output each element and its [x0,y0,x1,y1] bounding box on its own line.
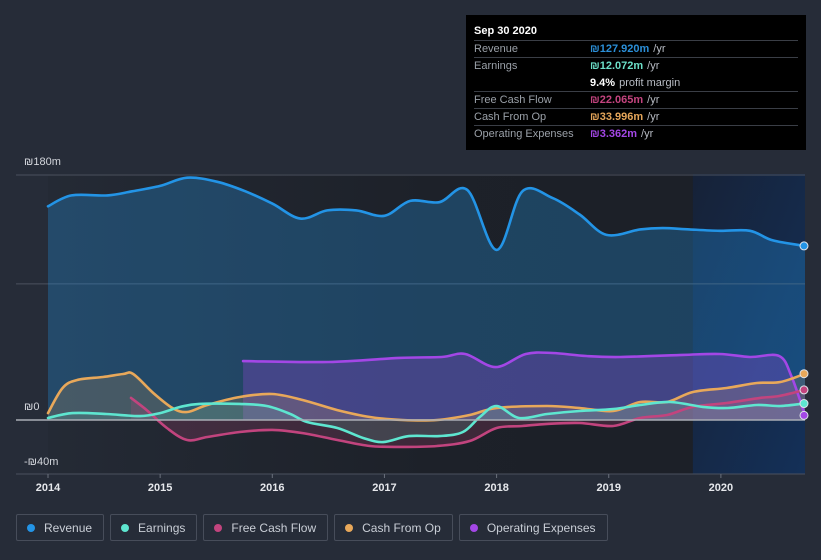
x-axis-label: 2016 [260,482,285,494]
x-axis-label: 2019 [596,482,621,494]
legend-label: Operating Expenses [486,520,596,535]
legend-label: Free Cash Flow [231,520,317,535]
tooltip-value: ₪127.920m [590,43,650,55]
tooltip-row-earnings: Earnings ₪12.072m /yr [474,57,798,74]
tooltip-value: ₪33.996m [590,111,644,123]
legend-label: Earnings [138,520,186,535]
legend-label: Cash From Op [362,520,441,535]
tooltip-label [474,75,590,91]
legend-dot-icon [121,523,130,532]
tooltip-row-profit-margin: 9.4% profit margin [474,74,798,91]
y-axis-label-zero: ₪0 [24,401,40,413]
y-axis-label-bottom: -₪40m [24,456,59,468]
legend-toggle-revenue[interactable]: Revenue [16,514,105,541]
tooltip-label: Free Cash Flow [474,94,552,106]
tooltip-row-cash-from-op: Cash From Op ₪33.996m /yr [474,108,798,125]
tooltip-value: ₪3.362m [590,128,638,140]
fcf-end-point [799,385,809,395]
tooltip-unit: /yr [647,111,660,123]
tooltip-value: ₪12.072m [590,60,644,72]
tooltip-value: ₪22.065m [590,94,644,106]
x-axis-label: 2015 [147,482,173,494]
tooltip-row-free-cash-flow: Free Cash Flow ₪22.065m /yr [474,91,798,108]
legend-toggle-cash-from-op[interactable]: Cash From Op [334,514,453,541]
tooltip-label: Cash From Op [474,111,547,123]
tooltip-unit: /yr [653,43,666,55]
legend-toggle-operating-expenses[interactable]: Operating Expenses [458,514,608,541]
legend-dot-icon [27,523,35,532]
legend-label: Revenue [44,520,93,535]
tooltip-label: Earnings [474,60,518,72]
tooltip-label: Revenue [474,43,519,55]
x-axis-label: 2014 [35,482,61,494]
tooltip-value: 9.4% [590,77,616,89]
data-tooltip: Sep 30 2020 Revenue ₪127.920m /yr Earnin… [466,15,806,150]
legend-toggle-earnings[interactable]: Earnings [110,514,198,541]
tooltip-unit: profit margin [619,77,681,89]
x-axis-label: 2018 [484,482,509,494]
y-axis-label-top: ₪180m [24,156,61,168]
legend-toggle-free-cash-flow[interactable]: Free Cash Flow [203,514,329,541]
legend-dot-icon [214,523,223,532]
tooltip-date: Sep 30 2020 [474,25,537,37]
opex-end-point [799,410,809,420]
tooltip-label: Operating Expenses [474,128,574,140]
tooltip-unit: /yr [641,128,654,140]
tooltip-unit: /yr [647,60,660,72]
legend-dot-icon [345,523,354,532]
tooltip-unit: /yr [647,94,660,106]
earnings-end-point [799,399,809,409]
revenue-end-point [799,241,809,251]
x-axis-label: 2017 [372,482,397,494]
x-axis-label: 2020 [708,482,734,494]
legend-dot-icon [469,523,478,532]
cfo-end-point [799,369,809,379]
chart-legend: Revenue Earnings Free Cash Flow Cash Fro… [16,514,608,541]
tooltip-row-operating-expenses: Operating Expenses ₪3.362m /yr [474,125,798,142]
tooltip-row-revenue: Revenue ₪127.920m /yr [474,40,798,57]
